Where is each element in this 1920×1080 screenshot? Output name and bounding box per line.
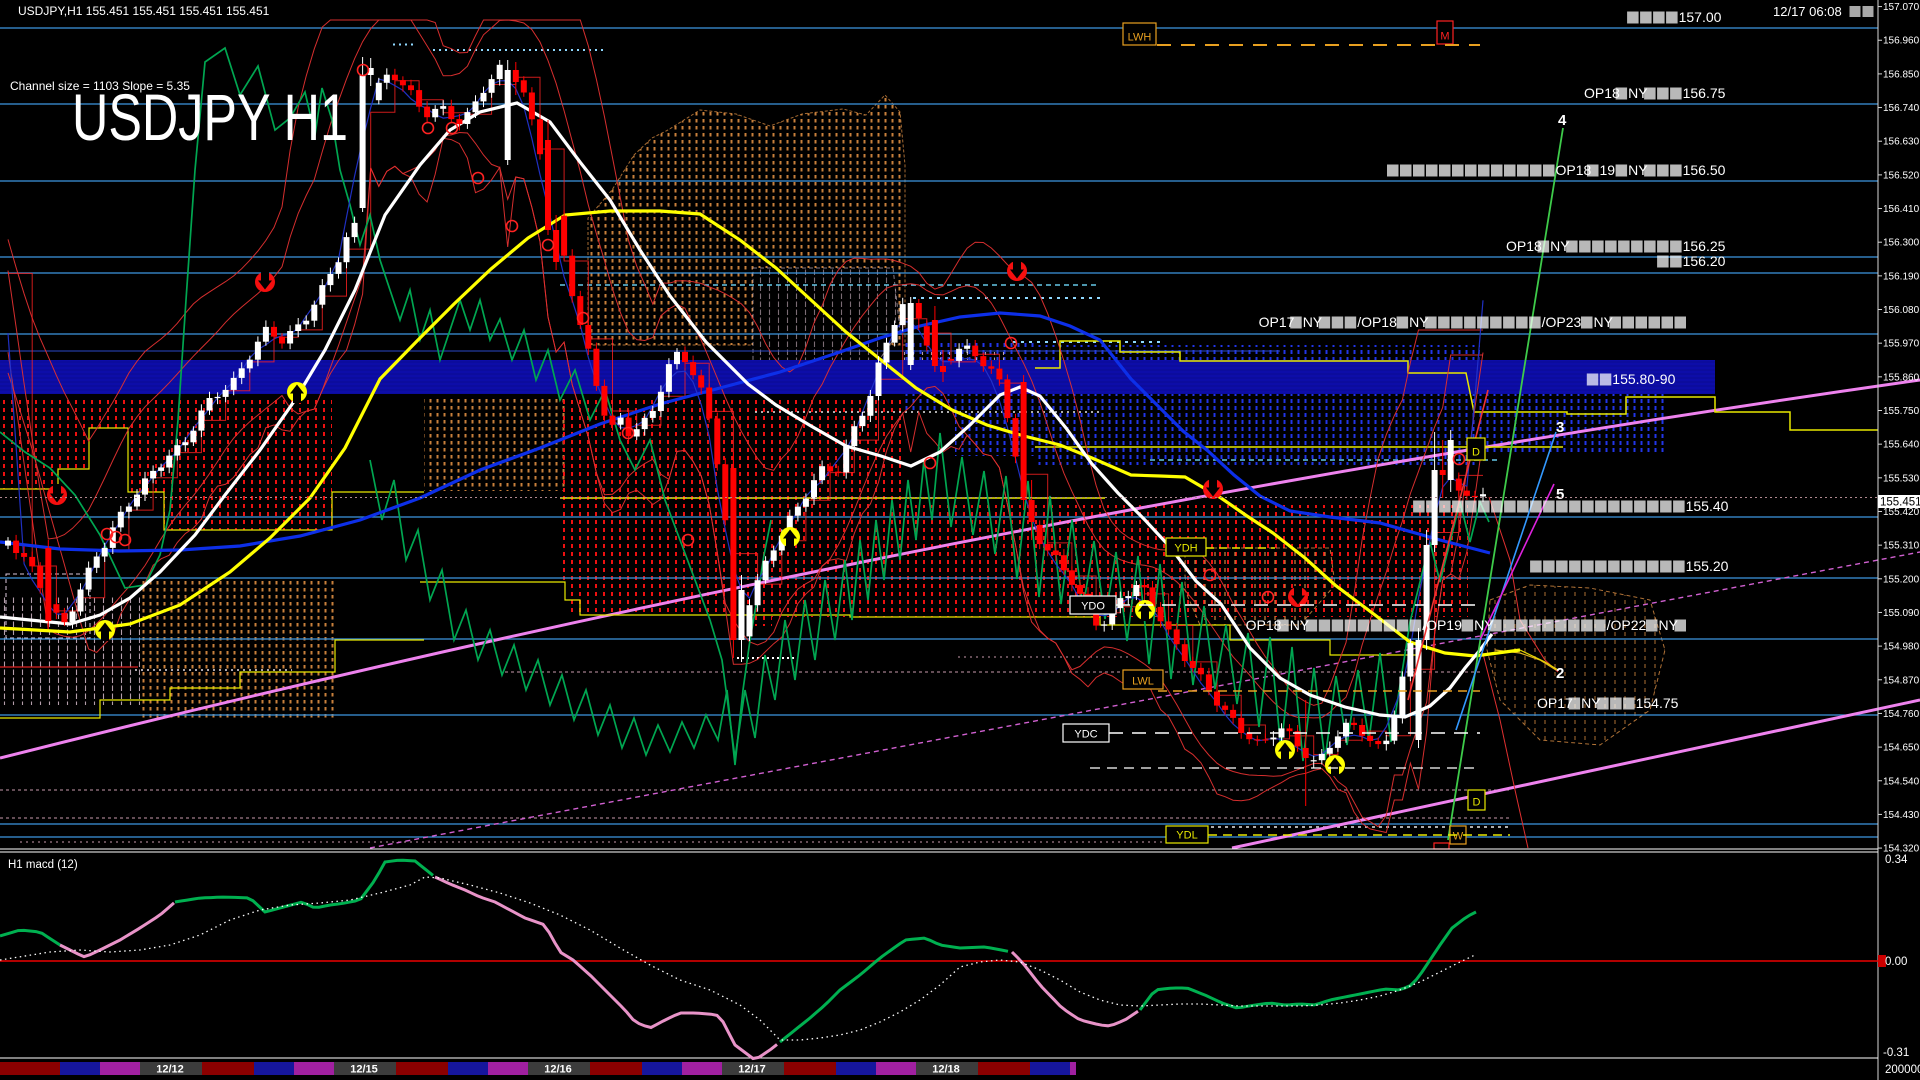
svg-text:2: 2: [1556, 665, 1564, 682]
svg-text:OP18: OP18: [1556, 162, 1592, 178]
svg-text:OP17: OP17: [1537, 695, 1573, 711]
svg-text:154.75: 154.75: [1636, 695, 1679, 711]
svg-text:12/16: 12/16: [544, 1064, 572, 1076]
svg-text:154.540: 154.540: [1883, 776, 1920, 787]
svg-text:OP18: OP18: [1584, 85, 1620, 101]
svg-text:/OP22: /OP22: [1607, 617, 1647, 633]
svg-text:/OP23: /OP23: [1542, 314, 1582, 330]
svg-text:157.070: 157.070: [1883, 2, 1920, 13]
svg-text:156.50: 156.50: [1683, 162, 1726, 178]
svg-text:156.960: 156.960: [1883, 36, 1920, 47]
svg-text:/OP19: /OP19: [1422, 617, 1462, 633]
svg-text:154.320: 154.320: [1883, 844, 1920, 855]
svg-text:155.750: 155.750: [1883, 406, 1920, 417]
svg-text:156.25: 156.25: [1683, 238, 1726, 254]
svg-text:OP18: OP18: [1506, 238, 1542, 254]
svg-text:155.40: 155.40: [1686, 498, 1729, 514]
svg-text:USDJPY,H1 155.451 155.451 155: USDJPY,H1 155.451 155.451 155.451 155.45…: [18, 4, 270, 18]
svg-text:19: 19: [1600, 162, 1616, 178]
svg-text:156.080: 156.080: [1883, 305, 1920, 316]
svg-text:156.850: 156.850: [1883, 69, 1920, 80]
svg-text:12/12: 12/12: [156, 1064, 184, 1076]
svg-text:H1 macd (12): H1 macd (12): [8, 859, 78, 871]
svg-text:155.451: 155.451: [1880, 497, 1920, 509]
svg-text:0.34: 0.34: [1885, 854, 1908, 866]
svg-text:154.870: 154.870: [1883, 675, 1920, 686]
svg-text:155.530: 155.530: [1883, 473, 1920, 484]
svg-text:156.410: 156.410: [1883, 204, 1920, 215]
svg-text:USDJPY H1: USDJPY H1: [72, 80, 348, 154]
svg-text:155.200: 155.200: [1883, 574, 1920, 585]
svg-text:155.420: 155.420: [1883, 507, 1920, 518]
svg-text:155.090: 155.090: [1883, 608, 1920, 619]
svg-text:5: 5: [1556, 486, 1564, 503]
svg-text:W: W: [1453, 831, 1464, 843]
svg-text:156.520: 156.520: [1883, 170, 1920, 181]
svg-text:D: D: [1473, 797, 1481, 809]
svg-text:12/18: 12/18: [932, 1064, 960, 1076]
svg-text:YDL: YDL: [1176, 830, 1197, 842]
svg-text:4: 4: [1558, 112, 1567, 129]
svg-text:155.20: 155.20: [1686, 558, 1729, 574]
svg-text:D: D: [1472, 447, 1480, 459]
svg-text:155.80-90: 155.80-90: [1612, 371, 1675, 387]
svg-text:154.760: 154.760: [1883, 709, 1920, 720]
svg-text:12/15: 12/15: [350, 1064, 378, 1076]
svg-text:-0.31: -0.31: [1883, 1047, 1909, 1059]
svg-text:156.300: 156.300: [1883, 238, 1920, 249]
svg-text:155.970: 155.970: [1883, 339, 1920, 350]
svg-text:12/17 06:08: 12/17 06:08: [1773, 4, 1842, 19]
svg-text:LWH: LWH: [1128, 32, 1152, 44]
svg-text:OP17: OP17: [1259, 314, 1295, 330]
svg-text:YDO: YDO: [1081, 601, 1105, 613]
svg-text:/OP18: /OP18: [1357, 314, 1397, 330]
svg-text:156.20: 156.20: [1683, 253, 1726, 269]
svg-text:LWL: LWL: [1132, 676, 1154, 688]
svg-text:M: M: [1440, 31, 1449, 43]
svg-text:157.00: 157.00: [1679, 9, 1722, 25]
svg-text:156.190: 156.190: [1883, 271, 1920, 282]
svg-text:155.310: 155.310: [1883, 541, 1920, 552]
svg-text:154.980: 154.980: [1883, 642, 1920, 653]
svg-text:156.75: 156.75: [1683, 85, 1726, 101]
svg-text:OP18: OP18: [1246, 617, 1282, 633]
svg-text:156.630: 156.630: [1883, 137, 1920, 148]
svg-text:3: 3: [1556, 419, 1564, 436]
svg-text:155.640: 155.640: [1883, 440, 1920, 451]
svg-text:154.430: 154.430: [1883, 810, 1920, 821]
svg-text:154.650: 154.650: [1883, 743, 1920, 754]
svg-text:200000: 200000: [1885, 1064, 1920, 1076]
svg-text:YDC: YDC: [1074, 729, 1097, 741]
svg-text:155.860: 155.860: [1883, 372, 1920, 383]
svg-text:156.740: 156.740: [1883, 103, 1920, 114]
svg-text:12/17: 12/17: [738, 1064, 766, 1076]
svg-text:0.00: 0.00: [1885, 956, 1907, 968]
svg-text:YDH: YDH: [1174, 543, 1197, 555]
